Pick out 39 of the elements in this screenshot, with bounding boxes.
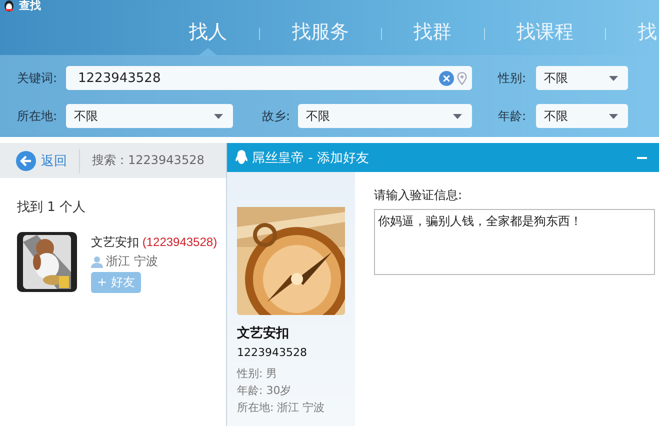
person-icon: [91, 256, 103, 268]
gender-label: 性别:: [498, 70, 528, 86]
back-link[interactable]: 返回: [41, 152, 67, 170]
keyword-label: 关键词:: [16, 70, 58, 86]
penguin-icon: [235, 150, 248, 165]
tab[interactable]: 找群: [412, 12, 454, 55]
keyword-field[interactable]: 1223943528: [66, 66, 472, 90]
tab[interactable]: 找人: [187, 12, 229, 55]
profile-name: 文艺安扣: [237, 324, 290, 342]
caret-icon: [453, 114, 462, 118]
age-label: 年龄:: [498, 108, 528, 124]
caret-icon: [609, 76, 618, 80]
age-dropdown[interactable]: 不限: [536, 104, 628, 128]
gender-dropdown[interactable]: 不限: [536, 66, 628, 90]
dialog-title: 屌丝皇帝 - 添加好友: [252, 150, 370, 166]
search-query: 搜索：1223943528: [92, 152, 204, 169]
location-dropdown[interactable]: 不限: [66, 104, 233, 128]
location-label: 所在地:: [16, 108, 58, 124]
add-friend-button[interactable]: + 好友: [91, 272, 141, 293]
caret-icon: [214, 114, 223, 118]
penguin-icon: [3, 0, 15, 12]
window-title: 查找: [19, 0, 41, 11]
caret-icon: [609, 114, 618, 118]
profile-number: 1223943528: [237, 346, 308, 359]
profile-detail: 性别: 男: [237, 366, 278, 382]
clear-icon[interactable]: [439, 70, 454, 86]
minimize-button[interactable]: [637, 156, 647, 158]
verification-message-field[interactable]: 你妈逼，骗别人钱，全家都是狗东西！: [374, 209, 655, 275]
hometown-dropdown[interactable]: 不限: [298, 104, 472, 128]
profile-detail: 年龄: 30岁: [237, 383, 292, 399]
hometown-label: 故乡:: [262, 108, 292, 124]
verification-label: 请输入验证信息:: [374, 187, 464, 204]
location-pin-icon[interactable]: [457, 70, 467, 86]
person-location: 浙江 宁波: [106, 253, 158, 270]
result-count: 找到 1 个人: [17, 199, 87, 216]
profile-detail: 所在地: 浙江 宁波: [237, 400, 326, 416]
tab[interactable]: 找课程: [514, 12, 576, 55]
person-name: 文艺安扣 (1223943528): [91, 234, 218, 251]
tab[interactable]: 找服务: [290, 12, 351, 55]
